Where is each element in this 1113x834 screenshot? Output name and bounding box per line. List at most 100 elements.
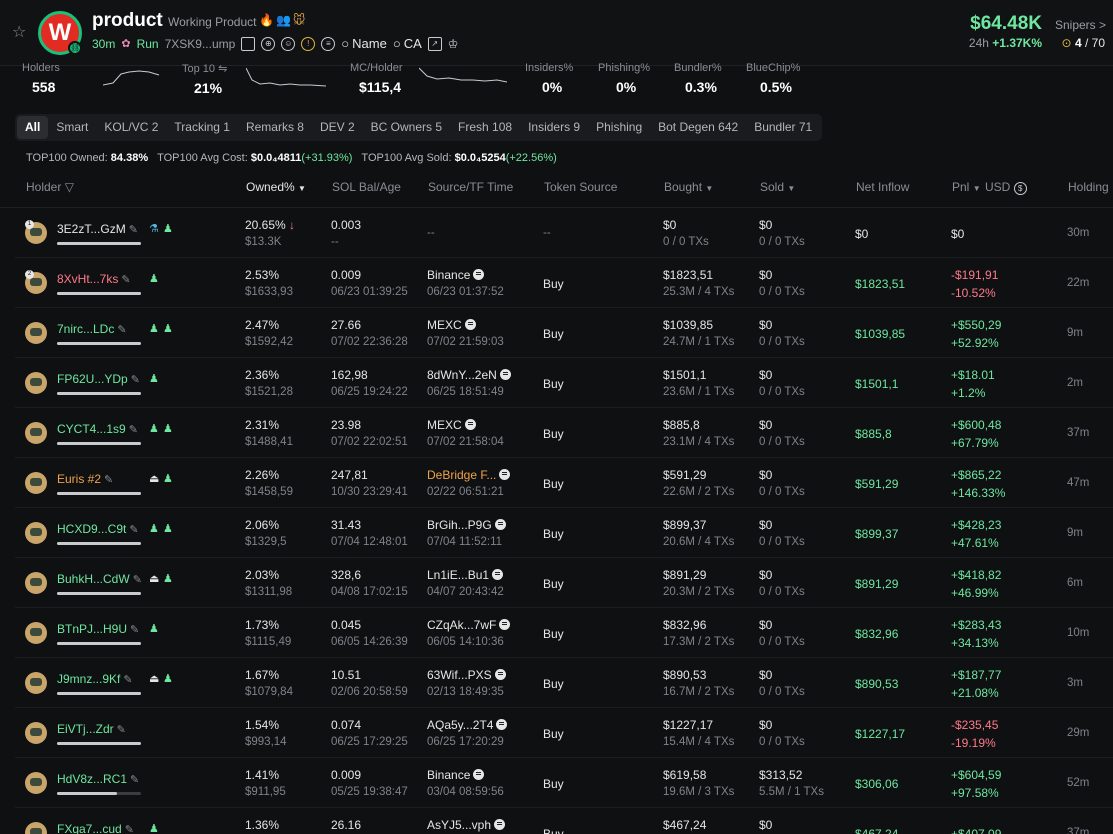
sol-balance: 0.009: [331, 768, 362, 782]
edit-icon[interactable]: ✎: [104, 474, 113, 486]
search-ca-button[interactable]: ○ CA: [393, 36, 422, 51]
table-row[interactable]: BuhkH...CdW ✎ ⏏ ♟ 2.03% $1311,98 328,6 04/08 1…: [15, 558, 1113, 608]
holding-duration: 9m: [1067, 327, 1083, 339]
wallet-tag-icon: ⚗: [149, 223, 159, 235]
col-holder[interactable]: Holder ▽: [26, 180, 74, 194]
avatar: [25, 472, 47, 494]
holder-address[interactable]: CYCT4...1s9 ✎: [57, 422, 138, 436]
col-sol-bal[interactable]: SOL Bal/Age: [332, 180, 401, 194]
col-net-inflow[interactable]: Net Inflow: [856, 180, 909, 194]
sold-txs: 0 / 0 TXs: [759, 636, 805, 648]
snipers-link[interactable]: Snipers >: [1055, 18, 1106, 32]
tab-bundler[interactable]: Bundler 71: [746, 116, 820, 139]
user-icon[interactable]: ☺: [281, 36, 296, 51]
tab-kol-vc[interactable]: KOL/VC 2: [96, 116, 166, 139]
tab-tracking[interactable]: Tracking 1: [166, 116, 238, 139]
globe-icon[interactable]: ⊕: [261, 36, 276, 51]
tab-fresh[interactable]: Fresh 108: [450, 116, 520, 139]
search-name-button[interactable]: ○ Name: [341, 36, 387, 51]
edit-icon[interactable]: ✎: [129, 224, 138, 236]
edit-icon[interactable]: ✎: [125, 824, 134, 834]
tab-smart[interactable]: Smart: [48, 116, 96, 139]
holder-address[interactable]: 7nirc...LDc ✎: [57, 322, 127, 336]
holder-address[interactable]: EiVTj...Zdr ✎: [57, 722, 126, 736]
table-row[interactable]: FP62U...YDp ✎ ♟ 2.36% $1521,28 162,98 06/25 1…: [15, 358, 1113, 408]
edit-icon[interactable]: ✎: [117, 724, 126, 736]
table-row[interactable]: 1 3E2zT...GzM ✎ ⚗ ♟ 20.65% ↓ $13.3K 0.003 -- -- --…: [15, 208, 1113, 258]
table-row[interactable]: EiVTj...Zdr ✎ 1.54% $993,14 0.074 06/25 17:2…: [15, 708, 1113, 758]
table-row[interactable]: J9mnz...9Kf ✎ ⏏ ♟ 1.67% $1079,84 10.51 02/06 2…: [15, 658, 1113, 708]
bought-txs: 0 / 0 TXs: [663, 236, 709, 248]
edit-icon[interactable]: ✎: [121, 274, 130, 286]
sol-balance: 328,6: [331, 568, 362, 582]
funding-source[interactable]: Binance: [427, 268, 485, 282]
holder-address[interactable]: Euris #2 ✎: [57, 472, 113, 486]
edit-icon[interactable]: ✎: [133, 574, 142, 586]
pnl-usd: +$187,77: [951, 668, 1002, 682]
external-link-icon[interactable]: ↗: [427, 36, 442, 51]
holder-address[interactable]: 3E2zT...GzM ✎: [57, 222, 138, 236]
col-bought[interactable]: Bought ▼: [664, 180, 713, 194]
crown-icon[interactable]: ♔: [448, 37, 459, 51]
table-row[interactable]: CYCT4...1s9 ✎ ♟ ♟ 2.31% $1488,41 23.98 07/02 2…: [15, 408, 1113, 458]
table-row[interactable]: 7nirc...LDc ✎ ♟ ♟ 2.47% $1592,42 27.66 07/02 2…: [15, 308, 1113, 358]
edit-icon[interactable]: ✎: [129, 424, 138, 436]
edit-icon[interactable]: ✎: [131, 374, 140, 386]
table-row[interactable]: FXga7...cud ✎ ♟ 1.36% 26.16 AsYJ5...vph Buy $4…: [15, 808, 1113, 834]
funding-source[interactable]: CZqAk...7wF: [427, 618, 511, 632]
edit-icon[interactable]: ✎: [130, 624, 139, 636]
tab-bc-owners[interactable]: BC Owners 5: [363, 116, 450, 139]
menu-circle-icon[interactable]: ≡: [321, 36, 336, 51]
tab-dev[interactable]: DEV 2: [312, 116, 363, 139]
funding-source[interactable]: 63Wif...PXS: [427, 668, 506, 682]
funding-source[interactable]: DeBridge F...: [427, 468, 511, 482]
exchange-icon: [499, 369, 511, 380]
funding-source[interactable]: MEXC: [427, 418, 476, 432]
holder-address[interactable]: HdV8z...RC1 ✎: [57, 772, 139, 786]
funding-source[interactable]: AQa5y...2T4: [427, 718, 508, 732]
holder-address[interactable]: 8XvHt...7ks ✎: [57, 272, 131, 286]
tab-remarks[interactable]: Remarks 8: [238, 116, 312, 139]
col-source[interactable]: Source/TF Time: [428, 180, 513, 194]
holder-address[interactable]: BTnPJ...H9U ✎: [57, 622, 139, 636]
col-pnl[interactable]: Pnl ▼: [952, 180, 981, 194]
funding-source[interactable]: --: [427, 227, 435, 239]
funding-source[interactable]: BrGih...P9G: [427, 518, 506, 532]
edit-icon[interactable]: ✎: [117, 324, 126, 336]
owned-usd: $1311,98: [245, 586, 293, 598]
holder-address[interactable]: FXga7...cud ✎: [57, 822, 134, 834]
funding-source[interactable]: Ln1iE...Bu1: [427, 568, 504, 582]
usd-toggle[interactable]: USD $: [985, 180, 1027, 195]
table-row[interactable]: HCXD9...C9t ✎ ♟ ♟ 2.06% $1329,5 31.43 07/04 12…: [15, 508, 1113, 558]
table-row[interactable]: BTnPJ...H9U ✎ ♟ 1.73% $1115,49 0.045 06/05 14…: [15, 608, 1113, 658]
warning-icon[interactable]: !: [301, 36, 316, 51]
edit-icon[interactable]: ✎: [123, 674, 132, 686]
avatar: [25, 622, 47, 644]
holder-address[interactable]: HCXD9...C9t ✎: [57, 522, 139, 536]
edit-icon[interactable]: ✎: [129, 524, 138, 536]
bought-usd: $832,96: [663, 618, 707, 632]
col-holding[interactable]: Holding D: [1068, 180, 1113, 194]
funding-source[interactable]: 8dWnY...2eN: [427, 368, 511, 382]
tab-all[interactable]: All: [17, 116, 49, 139]
contract-address[interactable]: 7XSK9...ump: [165, 37, 236, 51]
edit-icon[interactable]: ✎: [130, 774, 139, 786]
holder-address[interactable]: FP62U...YDp ✎: [57, 372, 140, 386]
holder-address[interactable]: BuhkH...CdW ✎: [57, 572, 142, 586]
tab-phishing[interactable]: Phishing: [588, 116, 650, 139]
star-icon[interactable]: ☆: [12, 22, 26, 42]
holder-address[interactable]: J9mnz...9Kf ✎: [57, 672, 133, 686]
table-row[interactable]: HdV8z...RC1 ✎ 1.41% $911,95 0.009 05/25 19:3…: [15, 758, 1113, 808]
copy-icon[interactable]: [241, 36, 256, 51]
table-row[interactable]: 2 8XvHt...7ks ✎ ♟ 2.53% $1633,93 0.009 06/23 0…: [15, 258, 1113, 308]
col-owned[interactable]: Owned% ▼: [246, 180, 306, 194]
tab-bot-degen[interactable]: Bot Degen 642: [650, 116, 746, 139]
funding-source[interactable]: AsYJ5...vph: [427, 818, 506, 832]
col-sold[interactable]: Sold ▼: [760, 180, 795, 194]
funding-source[interactable]: MEXC: [427, 318, 476, 332]
tab-insiders[interactable]: Insiders 9: [520, 116, 588, 139]
funding-source[interactable]: Binance: [427, 768, 485, 782]
col-token-source[interactable]: Token Source: [544, 180, 617, 194]
net-inflow: $891,29: [855, 577, 899, 591]
table-row[interactable]: Euris #2 ✎ ⏏ ♟ 2.26% $1458,59 247,81 10/30 23:…: [15, 458, 1113, 508]
